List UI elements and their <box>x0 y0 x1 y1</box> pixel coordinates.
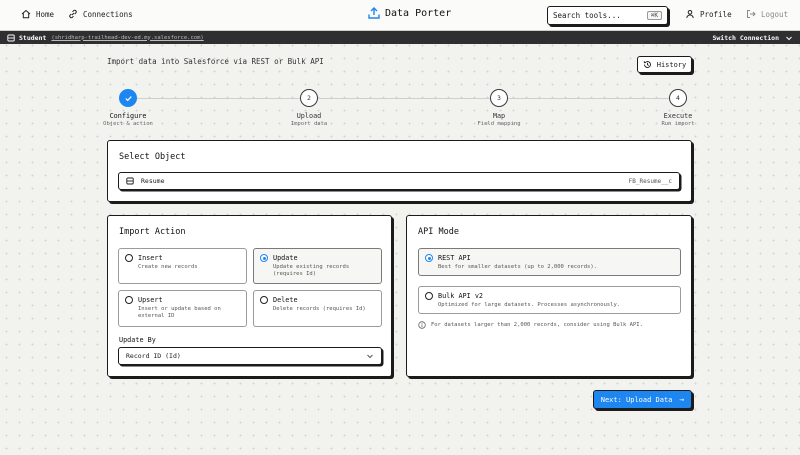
option-title: REST API <box>438 254 471 262</box>
update-by-select[interactable]: Record ID (Id) <box>118 347 382 365</box>
next-upload-data-button[interactable]: Next: Upload Data → <box>593 390 692 409</box>
radio-button[interactable] <box>125 254 133 262</box>
connection-name: Student <box>19 33 47 42</box>
api-option-bulk[interactable]: Bulk API v2 Optimized for large datasets… <box>418 286 681 314</box>
step-title: Execute <box>663 112 693 120</box>
step-complete-check-icon <box>119 89 137 107</box>
history-button[interactable]: History <box>637 56 692 73</box>
search-placeholder: Search tools... <box>553 11 621 20</box>
connection-bar: Student (shridharp-trailhead-dev-ed.my.s… <box>0 31 800 44</box>
option-title: Update <box>273 254 298 262</box>
selected-object-label: Resume <box>141 177 165 185</box>
import-action-panel: Import Action Insert Create new records … <box>107 215 392 377</box>
nav-connections-link[interactable]: Connections <box>67 8 133 20</box>
step-map: 3 Map Field mapping <box>459 89 539 127</box>
action-option-upsert[interactable]: Upsert Insert or update based on externa… <box>118 290 247 327</box>
step-number: 2 <box>300 89 318 107</box>
action-option-delete[interactable]: Delete Delete records (requires Id) <box>253 290 382 327</box>
step-desc: Object & action <box>103 121 153 127</box>
home-icon <box>20 8 32 20</box>
nav-profile-label: Profile <box>700 9 732 19</box>
history-label: History <box>656 60 687 69</box>
step-number: 4 <box>669 89 687 107</box>
option-title: Insert <box>138 254 163 262</box>
nav-home-link[interactable]: Home <box>20 8 54 20</box>
user-icon <box>684 8 696 20</box>
brand-name: Data Porter <box>385 7 452 19</box>
step-desc: Run import <box>661 121 695 127</box>
step-number: 3 <box>490 89 508 107</box>
step-title: Map <box>492 112 506 120</box>
step-title: Upload <box>296 112 322 120</box>
api-option-rest[interactable]: REST API Best for smaller datasets (up t… <box>418 248 681 276</box>
selected-object-api-name: FB_Resume__c <box>628 177 672 185</box>
database-icon <box>126 177 134 185</box>
nav-logout-link[interactable]: Logout <box>745 8 788 20</box>
link-icon <box>67 8 79 20</box>
option-desc: Update existing records (requires Id) <box>273 264 350 278</box>
option-desc: Create new records <box>138 264 198 270</box>
option-title: Upsert <box>138 296 163 304</box>
step-upload: 2 Upload Import data <box>269 89 349 127</box>
step-desc: Import data <box>290 121 328 127</box>
chevron-down-icon <box>785 34 793 42</box>
option-title: Delete <box>273 296 298 304</box>
history-icon <box>643 60 652 69</box>
nav-profile-link[interactable]: Profile <box>684 8 732 20</box>
database-icon <box>7 34 15 42</box>
logout-icon <box>745 8 757 20</box>
radio-button[interactable] <box>260 296 268 304</box>
connection-url[interactable]: (shridharp-trailhead-dev-ed.my.salesforc… <box>51 35 203 41</box>
radio-button[interactable] <box>125 296 133 304</box>
step-configure: Configure Object & action <box>88 89 168 127</box>
update-by-value: Record ID (Id) <box>126 352 181 360</box>
select-object-panel: Select Object Resume FB_Resume__c <box>107 140 692 202</box>
arrow-right-icon: → <box>679 395 685 404</box>
search-shortcut-badge: ⌘K <box>646 11 662 20</box>
option-desc: Insert or update based on external ID <box>138 306 221 320</box>
radio-button[interactable] <box>260 254 268 262</box>
next-button-label: Next: Upload Data <box>600 395 673 404</box>
step-desc: Field mapping <box>477 121 521 127</box>
top-navigation: Home Connections Data Porter Search tool… <box>0 0 800 31</box>
action-option-update[interactable]: Update Update existing records (requires… <box>253 248 382 284</box>
search-tools-input[interactable]: Search tools... ⌘K <box>547 6 668 25</box>
option-desc: Delete records (requires Id) <box>273 306 366 312</box>
upload-icon <box>367 6 381 20</box>
nav-home-label: Home <box>36 9 55 19</box>
radio-button[interactable] <box>425 254 433 262</box>
page-subtitle: Import data into Salesforce via REST or … <box>107 57 324 66</box>
api-mode-panel: API Mode REST API Best for smaller datas… <box>406 215 692 377</box>
object-select[interactable]: Resume FB_Resume__c <box>118 172 680 190</box>
nav-logout-label: Logout <box>761 9 789 19</box>
action-option-insert[interactable]: Insert Create new records <box>118 248 247 284</box>
api-info-note: For datasets larger than 2,000 records, … <box>418 321 643 329</box>
chevron-down-icon <box>366 352 374 360</box>
radio-button[interactable] <box>425 292 433 300</box>
switch-connection-button[interactable]: Switch Connection <box>712 34 793 42</box>
panel-title: API Mode <box>418 227 459 237</box>
step-title: Configure <box>109 112 147 120</box>
update-by-label: Update By <box>119 336 156 344</box>
nav-connections-label: Connections <box>83 9 133 19</box>
panel-title: Import Action <box>119 227 186 237</box>
brand[interactable]: Data Porter <box>367 6 451 20</box>
option-desc: Optimized for large datasets. Processes … <box>438 302 621 308</box>
switch-connection-label: Switch Connection <box>712 33 779 42</box>
info-note-text: For datasets larger than 2,000 records, … <box>431 322 643 328</box>
panel-title: Select Object <box>119 152 186 162</box>
info-icon <box>418 321 426 329</box>
option-title: Bulk API v2 <box>438 292 484 300</box>
option-desc: Best for smaller datasets (up to 2,000 r… <box>438 264 597 270</box>
step-execute: 4 Execute Run import <box>638 89 718 127</box>
